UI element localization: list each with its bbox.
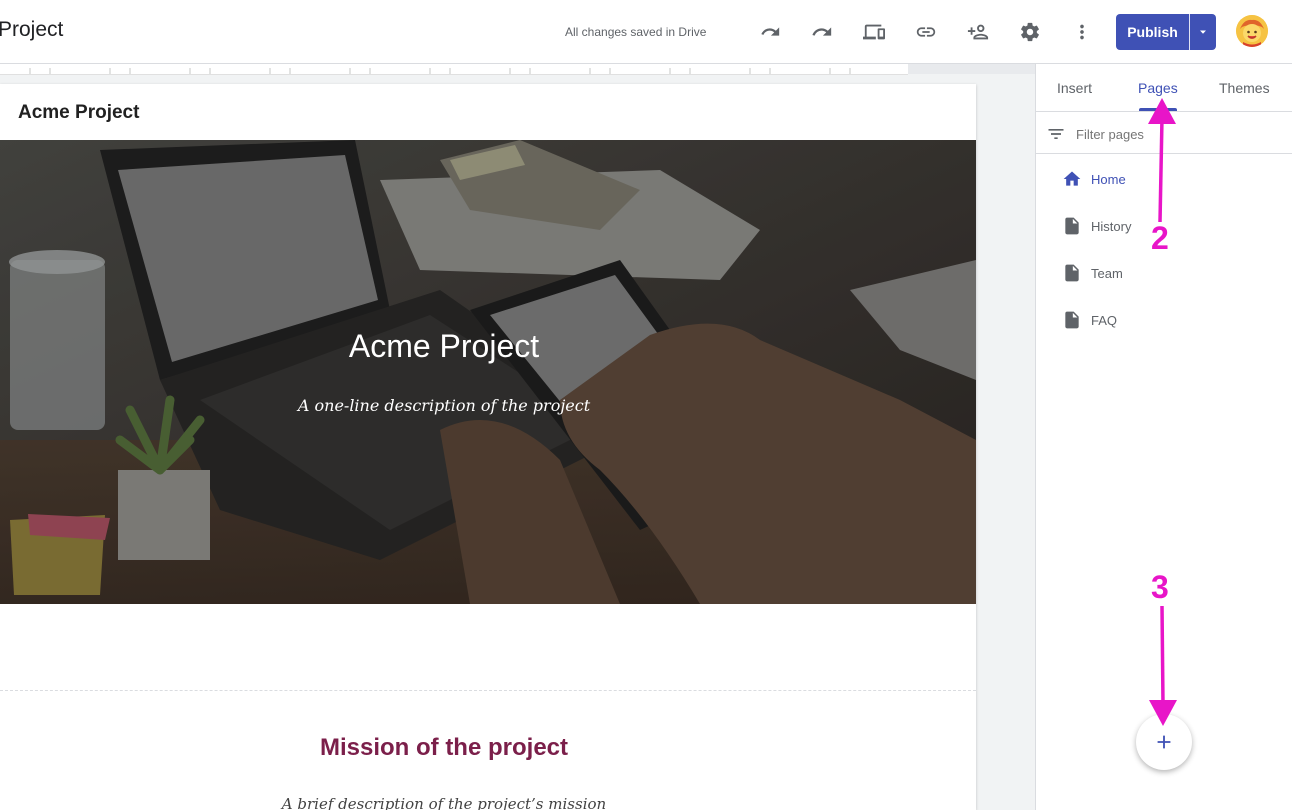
- annotation-arrows: [1148, 98, 1177, 726]
- annotation-step-3: 3: [1151, 569, 1169, 605]
- annotation-arrowhead-2: [1148, 98, 1176, 124]
- annotation-step-2: 2: [1151, 220, 1169, 256]
- annotation-arrow-3: [1160, 605, 1165, 705]
- annotation-arrowhead-3: [1149, 700, 1177, 726]
- annotation-arrow-2: [1158, 117, 1164, 223]
